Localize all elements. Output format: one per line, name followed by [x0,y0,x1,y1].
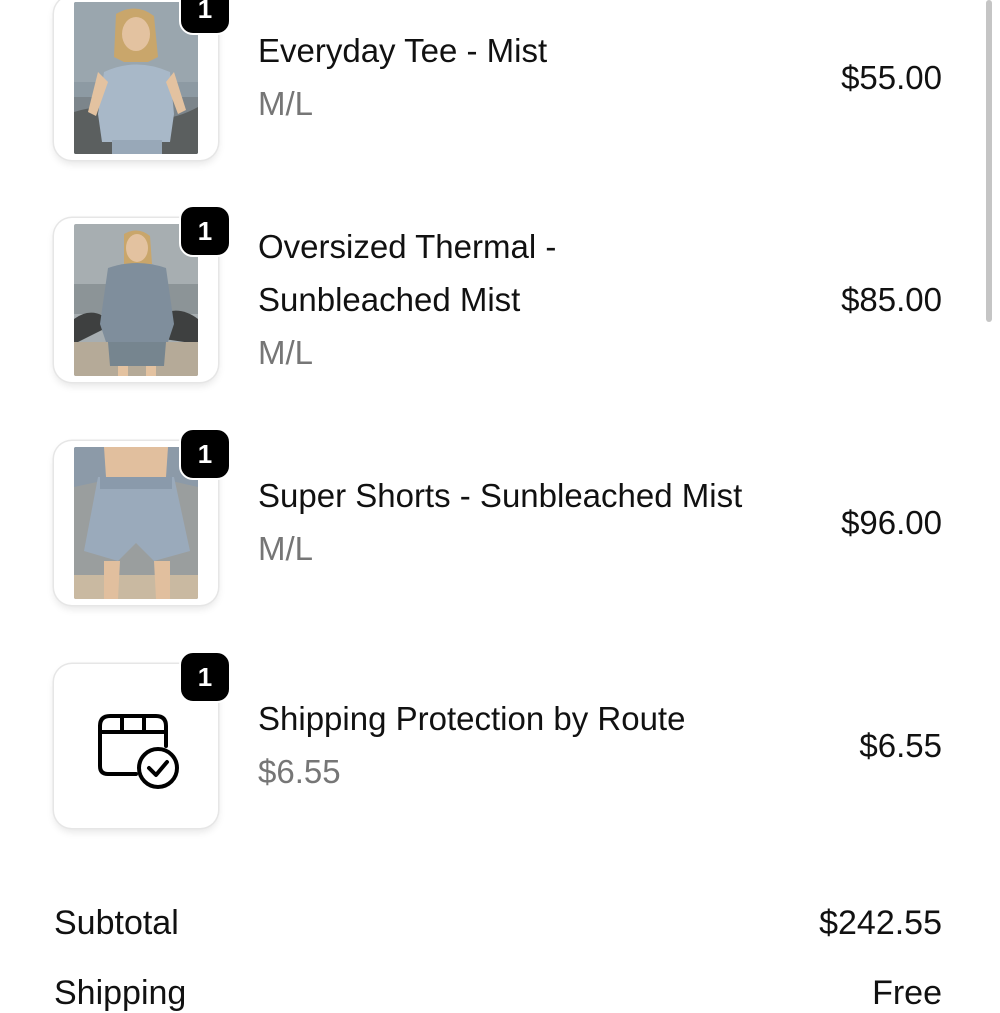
product-title[interactable]: Shipping Protection by Route [258,692,818,745]
product-variant: M/L [258,85,314,122]
quantity-badge: 1 [179,428,231,480]
quantity-badge: 1 [179,205,231,257]
product-title-line2[interactable]: Sunbleached Mist [258,273,818,326]
product-price: $96.00 [841,504,942,541]
product-variant: $6.55 [258,753,341,790]
quantity-badge: 1 [179,651,231,703]
subtotal-label: Subtotal [54,904,179,942]
product-title[interactable]: Super Shorts - Sunbleached Mist [258,469,818,522]
product-variant: M/L [258,530,314,567]
product-title[interactable]: Oversized Thermal - [258,220,818,273]
scrollbar[interactable] [986,0,992,322]
shipping-label: Shipping [54,974,187,1012]
product-thumbnail[interactable]: 1 [54,428,231,605]
product-title[interactable]: Everyday Tee - Mist [258,24,818,77]
shipping-value: Free [872,974,942,1012]
product-thumbnail[interactable]: 1 [54,0,231,160]
product-thumbnail[interactable]: 1 [54,205,231,382]
product-price: $85.00 [841,281,942,318]
quantity-badge: 1 [179,0,231,35]
product-price: $6.55 [859,727,942,764]
package-check-icon [94,712,184,792]
subtotal-value: $242.55 [819,904,942,942]
product-price: $55.00 [841,59,942,96]
product-thumbnail[interactable]: 1 [54,651,231,828]
product-variant: M/L [258,334,314,371]
